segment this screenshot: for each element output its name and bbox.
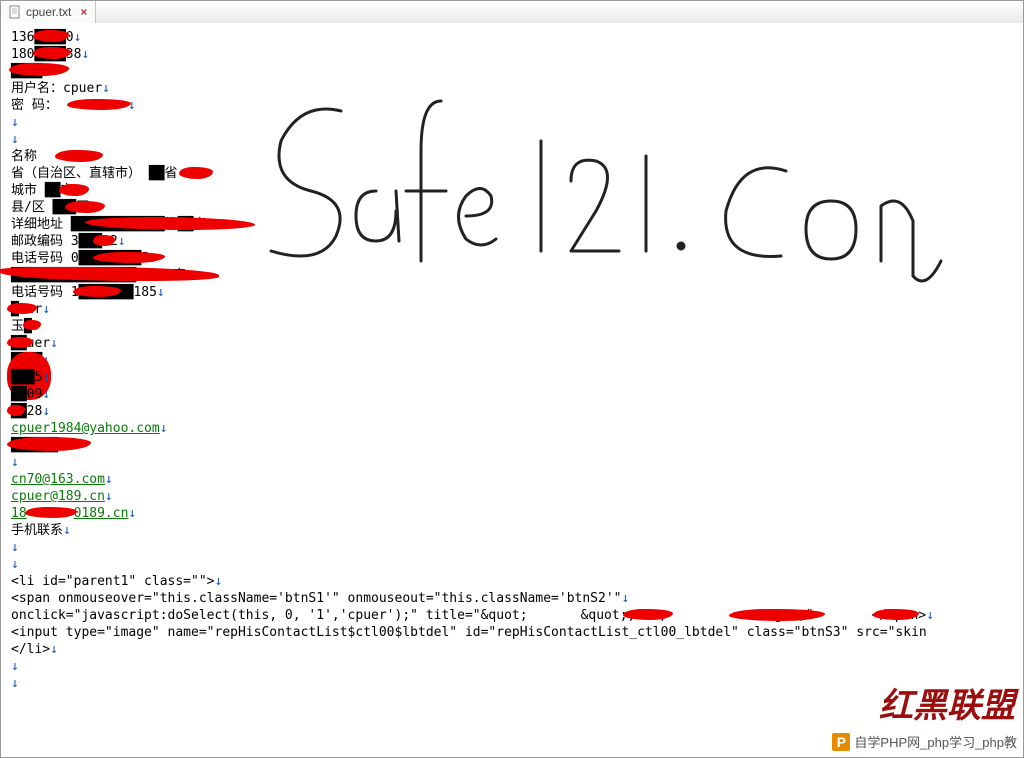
text-line: ███5	[11, 370, 42, 385]
footer-text: 自学PHP网_php学习_php教	[854, 732, 1017, 751]
email-link[interactable]: cn70@163.com	[11, 472, 105, 487]
email-link[interactable]: cpuer1984@yahoo.com	[11, 421, 160, 436]
tab-filename: cpuer.txt	[26, 5, 71, 19]
code-line: <input type="image" name="repHisContactL…	[11, 625, 927, 640]
email-link[interactable]: cpuer@189.cn	[11, 489, 105, 504]
php-badge-icon: P	[832, 733, 850, 751]
password-label: 密 码：	[11, 98, 58, 113]
footer-badge[interactable]: P 自学PHP网_php学习_php教	[830, 730, 1019, 753]
username-value: cpuer	[63, 81, 102, 96]
contact-label: 手机联系	[11, 523, 63, 538]
text-file-icon	[9, 5, 21, 19]
name-label: 名称	[11, 149, 37, 164]
province-label: 省（自治区、直辖市）	[11, 166, 141, 181]
tab-bar: cpuer.txt ×	[1, 1, 1023, 24]
close-icon[interactable]: ×	[80, 5, 87, 19]
text-line: ██09	[11, 387, 42, 402]
file-tab[interactable]: cpuer.txt ×	[1, 1, 96, 23]
code-line: <li id="parent1" class="">	[11, 574, 215, 589]
province-value: ██省	[149, 166, 178, 181]
username-label: 用户名：	[11, 81, 63, 96]
newline-marker: ↓	[74, 30, 82, 45]
code-line: onclick="javascript:doSelect(this, 0, '1…	[11, 608, 528, 623]
editor-window: cpuer.txt × 136████0↓ 180████38↓ ████↓ 用…	[0, 0, 1024, 758]
code-line: <span onmouseover="this.className='btnS1…	[11, 591, 621, 606]
editor-content[interactable]: 136████0↓ 180████38↓ ████↓ 用户名：cpuer↓ 密 …	[1, 23, 1023, 757]
code-line: </li>	[11, 642, 50, 657]
